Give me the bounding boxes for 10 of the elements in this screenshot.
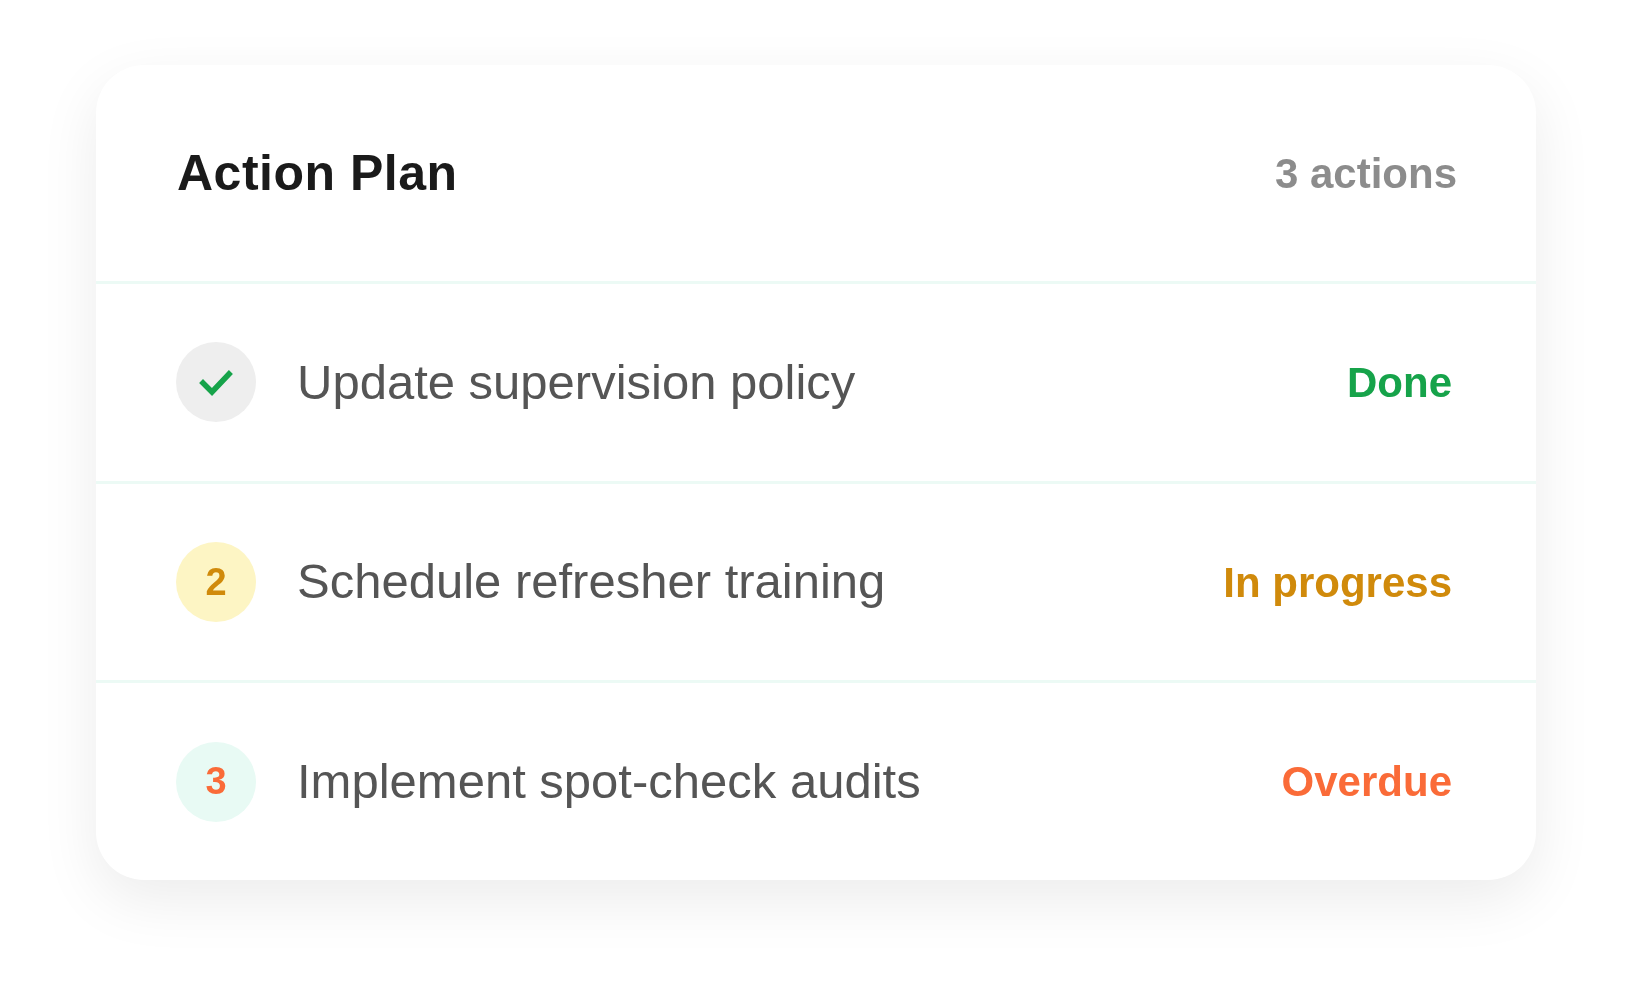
action-title: Schedule refresher training — [297, 553, 886, 611]
action-title: Implement spot-check audits — [297, 752, 921, 810]
status-label: In progress — [1223, 557, 1452, 608]
step-number: 2 — [176, 542, 256, 622]
status-label: Done — [1347, 357, 1452, 408]
status-label: Overdue — [1281, 757, 1452, 808]
card-title: Action Plan — [177, 143, 458, 203]
step-number: 3 — [176, 741, 256, 822]
action-title: Update supervision policy — [297, 353, 856, 411]
action-count: 3 actions — [1274, 148, 1457, 199]
